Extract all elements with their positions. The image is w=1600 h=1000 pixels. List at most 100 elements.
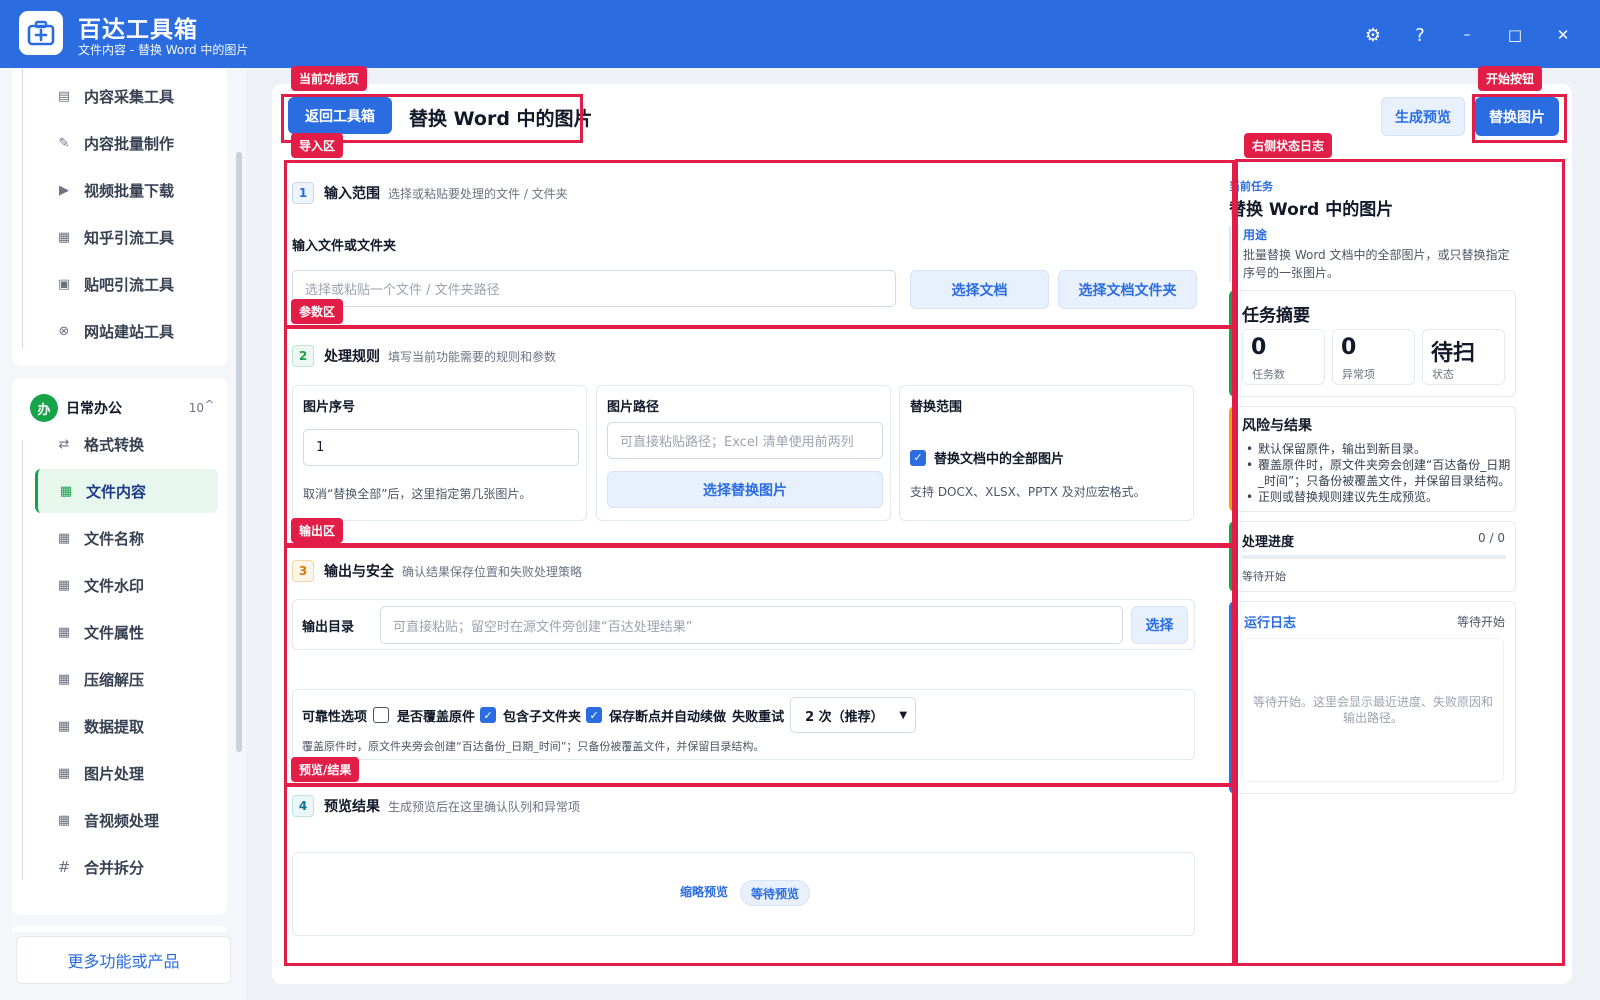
image-index-hint: 取消“替换全部”后，这里指定第几张图片。 xyxy=(303,487,532,501)
risk-result-card: 风险与结果 默认保留原件，输出到新目录。 覆盖原件时，原文件夹旁会创建“百达备份… xyxy=(1229,406,1516,512)
grid-icon: ▦ xyxy=(59,483,73,499)
image-index-input[interactable]: 1 xyxy=(303,429,579,466)
section-input-title: 1 输入范围 选择或粘贴要处理的文件 / 文件夹 xyxy=(292,182,568,204)
section-number: 3 xyxy=(292,560,314,582)
group-count: 10 xyxy=(188,401,204,415)
tree-line xyxy=(22,68,23,348)
section-rules-title: 2 处理规则 填写当前功能需要的规则和参数 xyxy=(292,345,556,367)
progress-count: 0 / 0 xyxy=(1478,531,1505,545)
generate-preview-button[interactable]: 生成预览 xyxy=(1381,97,1465,136)
stat-exception-count: 0 异常项 xyxy=(1332,329,1415,385)
resume-checkbox[interactable]: ✓ xyxy=(586,707,603,723)
annotation-tag-output-area: 输出区 xyxy=(291,518,344,543)
start-replace-button[interactable]: 替换图片 xyxy=(1475,97,1559,136)
app-subtitle: 文件内容 - 替换 Word 中的图片 xyxy=(78,43,249,57)
section-output-title: 3 输出与安全 确认结果保存位置和失败处理策略 xyxy=(292,560,582,582)
sidebar-item-content-batch[interactable]: ✎ 内容批量制作 xyxy=(36,121,218,165)
sidebar-item-zhihu[interactable]: ▦ 知乎引流工具 xyxy=(36,215,218,259)
sidebar-item-website[interactable]: ⊗ 网站建站工具 xyxy=(36,309,218,353)
chevron-down-icon: ▼ xyxy=(899,709,908,721)
sidebar-item-format-convert[interactable]: ⇄ 格式转换 xyxy=(36,422,218,466)
convert-icon: ⇄ xyxy=(58,436,70,452)
sidebar-item-file-watermark[interactable]: ▦ 文件水印 xyxy=(36,563,218,607)
progress-status: 等待开始 xyxy=(1242,570,1286,583)
scrollbar-thumb[interactable] xyxy=(236,152,242,752)
grid-icon: ▦ xyxy=(57,577,71,593)
sidebar-item-file-content[interactable]: ▦ 文件内容 xyxy=(35,469,218,513)
current-task-title: 替换 Word 中的图片 xyxy=(1229,200,1394,220)
run-log-card: 运行日志 等待开始 等待开始。这里会显示最近进度、失败原因和输出路径。 xyxy=(1229,601,1516,794)
preview-status-pill: 等待预览 xyxy=(740,880,811,906)
grid-icon: ▦ xyxy=(57,530,71,546)
thumbnail-preview-link[interactable]: 缩略预览 xyxy=(680,883,728,900)
sidebar-item-video-download[interactable]: ▶ 视频批量下载 xyxy=(36,168,218,212)
grid-icon: ▦ xyxy=(57,718,71,734)
tree-line xyxy=(22,440,23,880)
replace-all-option[interactable]: ✓ 替换文档中的全部图片 xyxy=(910,448,1064,467)
preview-result-area: 缩略预览 等待预览 xyxy=(292,852,1195,936)
list-item: 默认保留原件，输出到新目录。 xyxy=(1246,441,1512,457)
list-item: 正则或替换规则建议先生成预览。 xyxy=(1246,489,1512,505)
app-name: 百达工具箱 xyxy=(78,17,198,43)
annotation-tag-current-page: 当前功能页 xyxy=(291,66,368,91)
clipboard-icon: ▤ xyxy=(57,88,71,104)
grid-icon: ▦ xyxy=(57,765,71,781)
sidebar-item-file-name[interactable]: ▦ 文件名称 xyxy=(36,516,218,560)
sidebar-item-compress[interactable]: ▦ 压缩解压 xyxy=(36,657,218,701)
output-dir-input[interactable]: 可直接粘贴；留空时在源文件旁创建“百达处理结果” xyxy=(380,606,1123,644)
retry-select[interactable]: 2 次（推荐） ▼ xyxy=(790,697,917,733)
settings-icon[interactable]: ⚙ xyxy=(1358,20,1388,50)
annotation-tag-preview-area: 预览/结果 xyxy=(291,757,360,782)
replace-scope-hint: 支持 DOCX、XLSX、PPTX 及对应宏格式。 xyxy=(910,485,1146,499)
section-number: 4 xyxy=(292,795,314,817)
list-item: 覆盖原件时，原文件夹旁会创建“百达备份_日期_时间”；只备份被覆盖文件，并保留目… xyxy=(1246,457,1512,489)
overwrite-checkbox[interactable] xyxy=(373,707,390,723)
sidebar-item-tieba[interactable]: ▣ 贴吧引流工具 xyxy=(36,262,218,306)
image-path-card: 图片路径 可直接粘贴路径；Excel 清单使用前两列 选择替换图片 xyxy=(596,385,891,521)
section-preview-title: 4 预览结果 生成预览后在这里确认队列和异常项 xyxy=(292,795,580,817)
reliability-options-card: 可靠性选项 是否覆盖原件 ✓ 包含子文件夹 ✓ 保存断点并自动续做 失败重试 2… xyxy=(292,689,1195,760)
input-path-field[interactable]: 选择或粘贴一个文件 / 文件夹路径 xyxy=(292,270,896,307)
grid-icon: ▦ xyxy=(57,624,71,640)
image-path-input[interactable]: 可直接粘贴路径；Excel 清单使用前两列 xyxy=(607,422,883,459)
page-title: 替换 Word 中的图片 xyxy=(409,108,593,130)
sidebar-item-merge-split[interactable]: # 合并拆分 xyxy=(36,845,218,889)
zhihu-icon: ▦ xyxy=(57,229,71,245)
hash-icon: # xyxy=(57,858,71,876)
help-icon[interactable]: ? xyxy=(1405,20,1435,50)
sidebar-item-image-process[interactable]: ▦ 图片处理 xyxy=(36,751,218,795)
select-document-button[interactable]: 选择文档 xyxy=(910,270,1049,309)
annotation-tag-import-area: 导入区 xyxy=(291,133,344,158)
more-products-button[interactable]: 更多功能或产品 xyxy=(16,936,231,984)
replace-all-checkbox[interactable]: ✓ xyxy=(910,449,926,466)
select-document-folder-button[interactable]: 选择文档文件夹 xyxy=(1058,270,1197,309)
minimize-icon[interactable]: – xyxy=(1452,20,1482,50)
annotation-tag-right-log: 右侧状态日志 xyxy=(1244,133,1333,158)
current-task-label: 当前任务 xyxy=(1229,180,1273,193)
output-dir-card: 输出目录 可直接粘贴；留空时在源文件旁创建“百达处理结果” 选择 xyxy=(292,599,1195,650)
sidebar-scrollbar[interactable] xyxy=(236,72,242,912)
back-to-toolbox-button[interactable]: 返回工具箱 xyxy=(288,97,392,134)
group-name: 日常办公 xyxy=(66,401,122,417)
sidebar-item-data-extract[interactable]: ▦ 数据提取 xyxy=(36,704,218,748)
select-replace-image-button[interactable]: 选择替换图片 xyxy=(607,471,883,508)
retry-label: 失败重试 xyxy=(732,709,785,725)
right-status-panel: 当前任务 替换 Word 中的图片 用途 批量替换 Word 文档中的全部图片，… xyxy=(1219,162,1532,977)
sidebar-item-content-collect[interactable]: ▤ 内容采集工具 xyxy=(36,74,218,118)
close-icon[interactable]: ✕ xyxy=(1548,20,1578,50)
title-bar: 百达工具箱 文件内容 - 替换 Word 中的图片 ⚙ ? – □ ✕ xyxy=(0,0,1600,68)
pen-icon: ✎ xyxy=(58,135,70,151)
tieba-icon: ▣ xyxy=(57,276,71,292)
stat-task-count: 0 任务数 xyxy=(1242,329,1325,385)
chevron-up-icon: ^ xyxy=(204,398,214,411)
include-subfolders-checkbox[interactable]: ✓ xyxy=(480,707,497,723)
section-number: 2 xyxy=(292,345,314,367)
sidebar-item-file-props[interactable]: ▦ 文件属性 xyxy=(36,610,218,654)
run-log-area[interactable]: 等待开始。这里会显示最近进度、失败原因和输出路径。 xyxy=(1242,638,1504,782)
progress-card: 处理进度 0 / 0 等待开始 xyxy=(1229,521,1516,592)
maximize-icon[interactable]: □ xyxy=(1500,20,1530,50)
sidebar-item-av-process[interactable]: ▦ 音视频处理 xyxy=(36,798,218,842)
log-placeholder: 等待开始。这里会显示最近进度、失败原因和输出路径。 xyxy=(1252,695,1493,725)
annotation-tag-start-button: 开始按钮 xyxy=(1478,66,1543,91)
select-output-button[interactable]: 选择 xyxy=(1131,606,1188,644)
